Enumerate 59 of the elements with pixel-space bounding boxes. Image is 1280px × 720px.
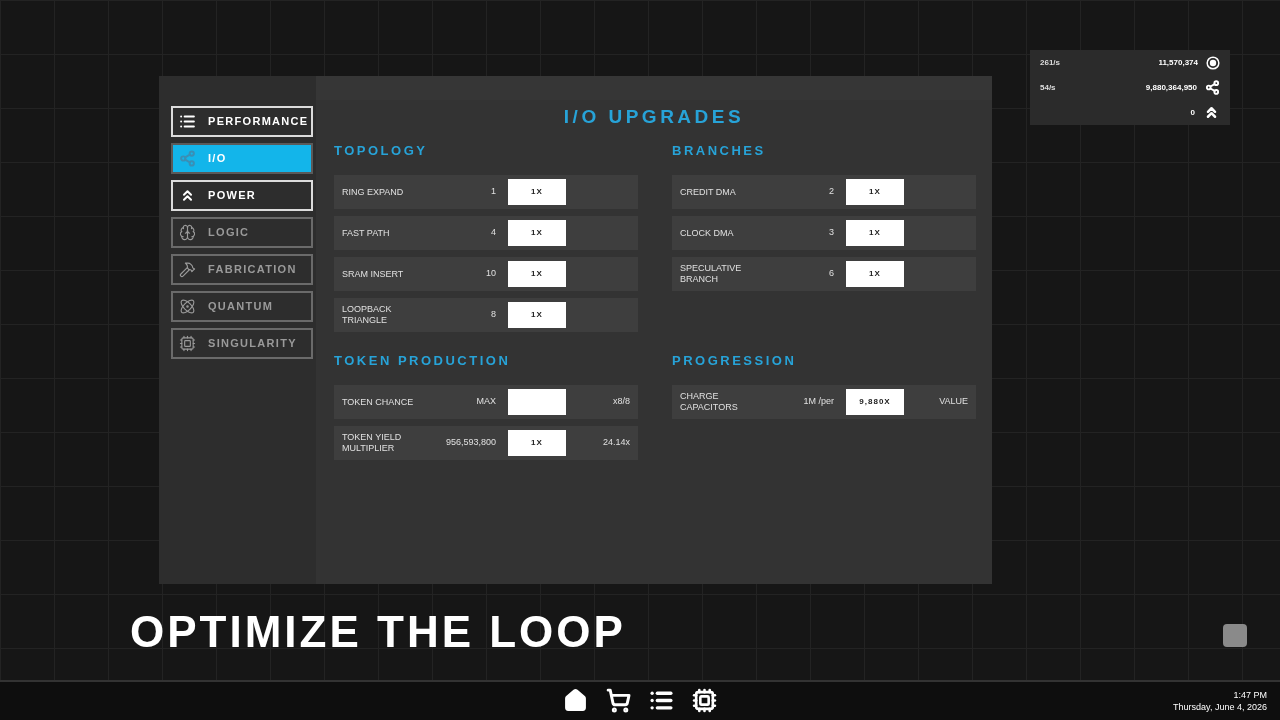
rate-text: 261/s xyxy=(1040,56,1061,69)
upgrade-effect: 24.14x xyxy=(602,436,630,450)
chip-icon[interactable] xyxy=(692,688,717,713)
buy-button[interactable]: 1X xyxy=(508,220,566,246)
brain-icon xyxy=(179,224,196,241)
amount-text: 0 xyxy=(1190,106,1195,119)
amount-text: 9,880,364,950 xyxy=(1145,81,1197,94)
sidebar-tab[interactable]: PERFORMANCE xyxy=(171,106,313,137)
buy-button[interactable]: 1X xyxy=(508,430,566,456)
upgrade-label: FAST PATH xyxy=(342,227,391,239)
upgrade-label: CLOCK DMA xyxy=(680,227,735,239)
upgrade-value: 8 xyxy=(490,308,496,322)
clock-date: Thursday, June 4, 2026 xyxy=(1173,701,1267,713)
upgrade-value: 4 xyxy=(490,226,496,240)
section-title: BRANCHES xyxy=(672,142,767,161)
amount-text: 11,570,374 xyxy=(1158,56,1198,69)
upgrade-value: MAX xyxy=(475,395,496,409)
sidebar-tab[interactable]: POWER xyxy=(171,180,313,211)
upgrade-value: 3 xyxy=(828,226,834,240)
section-title: TOPOLOGY xyxy=(334,142,429,161)
section-title: PROGRESSION xyxy=(672,352,798,371)
atom-icon xyxy=(179,298,196,315)
chip-icon xyxy=(179,335,196,352)
clock-time: 1:47 PM xyxy=(1233,689,1267,701)
upgrade-effect: VALUE xyxy=(939,395,968,409)
upgrade-label: LOOPBACK TRIANGLE xyxy=(342,304,393,326)
share-icon xyxy=(1205,80,1220,95)
section-title: TOKEN PRODUCTION xyxy=(334,352,512,371)
upgrade-label: RING EXPAND xyxy=(342,186,405,198)
upgrade-label: TOKEN YIELD MULTIPLIER xyxy=(342,432,403,454)
upgrade-label: SPECULATIVE BRANCH xyxy=(680,263,743,285)
buy-button[interactable]: 1X xyxy=(508,179,566,205)
upgrade-effect: x8/8 xyxy=(613,395,630,409)
square-button[interactable] xyxy=(1223,624,1247,647)
buy-button[interactable]: 1X xyxy=(508,302,566,328)
upgrade-value: 1 xyxy=(490,185,496,199)
home-icon[interactable] xyxy=(563,688,588,713)
hammer-icon xyxy=(179,261,196,278)
upgrade-value: 10 xyxy=(485,267,496,281)
upgrade-label: CHARGE CAPACITORS xyxy=(680,391,739,413)
coin-icon xyxy=(1206,55,1220,70)
buy-button[interactable]: 1X xyxy=(846,179,904,205)
buy-button[interactable]: 9,880X xyxy=(846,389,904,415)
upgrade-label: CREDIT DMA xyxy=(680,186,737,198)
buy-button[interactable]: 1X xyxy=(508,261,566,287)
upgrade-value: 6 xyxy=(828,267,834,281)
share-icon xyxy=(179,150,196,167)
cart-icon[interactable] xyxy=(606,688,631,713)
headline: OPTIMIZE THE LOOP xyxy=(130,606,626,658)
upgrade-label: TOKEN CHANCE xyxy=(342,396,415,408)
upgrade-value: 956,593,800 xyxy=(444,436,496,450)
list-icon xyxy=(179,113,196,130)
buy-button[interactable]: 1X xyxy=(846,220,904,246)
upgrade-label: SRAM INSERT xyxy=(342,268,405,280)
buy-button[interactable]: 1X xyxy=(846,261,904,287)
rate-text: 54/s xyxy=(1040,81,1056,94)
panel-title: I/O UPGRADES xyxy=(562,104,746,129)
upgrade-value: 1M /per xyxy=(802,395,834,409)
upgrade-value: 2 xyxy=(828,185,834,199)
